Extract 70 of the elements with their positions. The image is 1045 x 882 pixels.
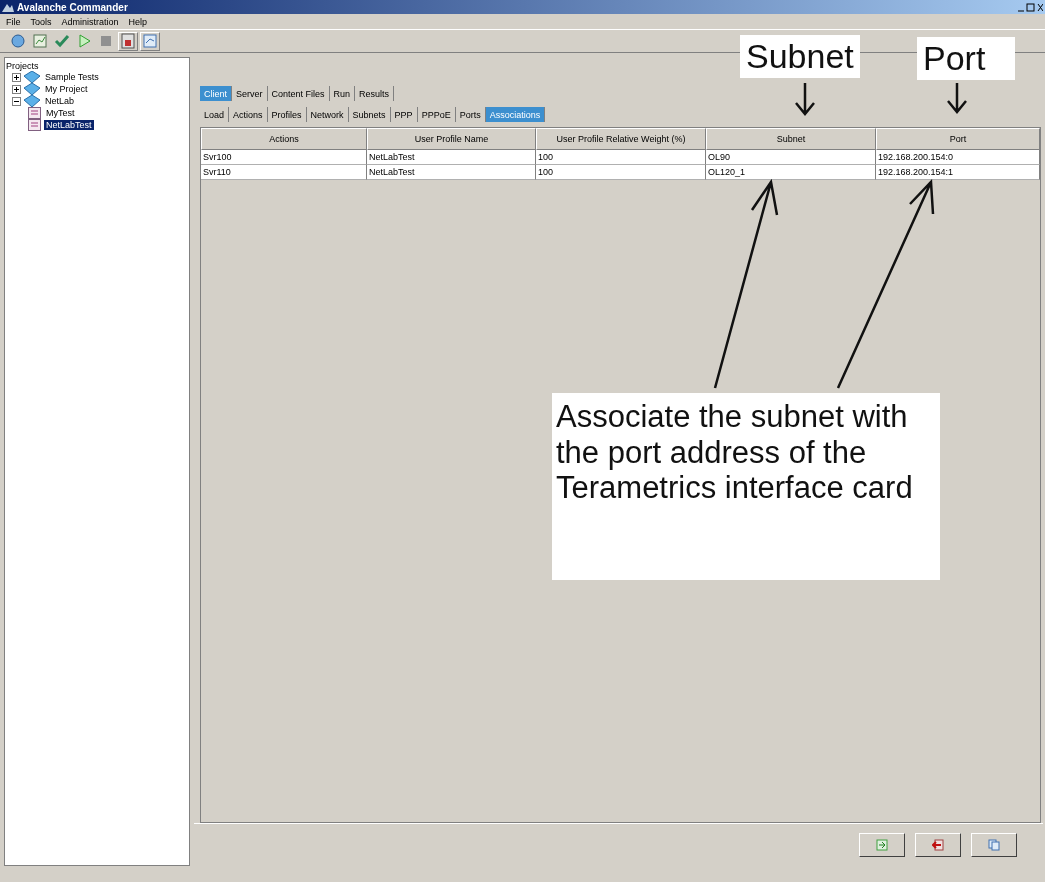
tab[interactable]: Ports <box>455 107 486 122</box>
down-arrow <box>794 81 816 116</box>
tab[interactable]: Subnets <box>348 107 391 122</box>
column-header[interactable]: Actions <box>201 128 367 150</box>
column-header[interactable]: User Profile Relative Weight (%) <box>536 128 706 150</box>
annotation-callout: Associate the subnet with the port address of the Terametrics interface card <box>552 393 940 580</box>
app-icon <box>2 2 14 12</box>
expand-icon[interactable] <box>12 84 21 94</box>
tab[interactable]: Results <box>355 86 395 101</box>
cube-icon <box>24 71 40 83</box>
report-icon <box>142 33 158 49</box>
document-icon <box>28 107 41 119</box>
table-cell: OL120_1 <box>706 165 876 180</box>
tree-item[interactable]: Sample Tests <box>43 72 101 82</box>
menu-item[interactable]: Help <box>128 16 148 27</box>
tree-item[interactable]: NetLabTest <box>44 120 94 130</box>
table-cell: NetLabTest <box>367 150 536 165</box>
globe-icon <box>10 33 26 49</box>
tab[interactable]: PPP <box>390 107 418 122</box>
collapse-icon[interactable] <box>12 96 21 106</box>
table-cell: 192.168.200.154:1 <box>876 165 1040 180</box>
copy-icon <box>988 839 1000 851</box>
tab[interactable]: Load <box>200 107 230 122</box>
tab[interactable]: PPPoE <box>417 107 456 122</box>
check-icon <box>54 33 70 49</box>
chart-icon <box>32 33 48 49</box>
table-cell: 192.168.200.154:0 <box>876 150 1040 165</box>
arrow-in-icon <box>876 839 888 851</box>
table-cell: NetLabTest <box>367 165 536 180</box>
tab[interactable]: Profiles <box>267 107 307 122</box>
export-button[interactable] <box>915 833 961 857</box>
annotation-label: Subnet <box>740 35 860 79</box>
tab[interactable]: Network <box>306 107 349 122</box>
stop-icon <box>98 33 114 49</box>
tab[interactable]: Run <box>329 86 356 101</box>
expand-icon[interactable] <box>12 72 21 82</box>
toolbar-button[interactable] <box>30 31 50 51</box>
table-cell: Svr110 <box>201 165 367 180</box>
tab[interactable]: Content Files <box>267 86 330 101</box>
column-header[interactable]: Subnet <box>706 128 876 150</box>
tree-header: Projects <box>6 61 40 71</box>
down-arrow <box>946 81 968 114</box>
document-icon <box>28 119 41 131</box>
window-controls-icon[interactable] <box>1017 1 1043 13</box>
column-header[interactable]: User Profile Name <box>367 128 536 150</box>
import-button[interactable] <box>859 833 905 857</box>
cube-icon <box>24 83 40 95</box>
cube-icon <box>24 95 40 107</box>
toolbar-button[interactable] <box>8 31 28 51</box>
column-header[interactable]: Port <box>876 128 1040 150</box>
tree-item[interactable]: My Project <box>43 84 90 94</box>
menu-item[interactable]: File <box>6 16 21 27</box>
table-cell: 100 <box>536 150 706 165</box>
tab[interactable]: Server <box>232 86 268 101</box>
copy-button[interactable] <box>971 833 1017 857</box>
menu-item[interactable]: Tools <box>30 16 52 27</box>
window-title: Avalanche Commander <box>17 1 128 13</box>
table-cell: 100 <box>536 165 706 180</box>
table-cell: OL90 <box>706 150 876 165</box>
table-cell: Svr100 <box>201 150 367 165</box>
arrow-out-icon <box>932 839 944 851</box>
tree-item[interactable]: MyTest <box>44 108 77 118</box>
menu-item[interactable]: Administration <box>61 16 119 27</box>
toolbar-button[interactable] <box>140 31 160 51</box>
tree-item[interactable]: NetLab <box>43 96 77 106</box>
tab[interactable]: Actions <box>229 107 268 122</box>
toolbar-button[interactable] <box>118 31 138 51</box>
annotation-label: Port <box>917 37 1015 81</box>
calculator-icon <box>120 33 136 49</box>
play-icon <box>76 33 92 49</box>
